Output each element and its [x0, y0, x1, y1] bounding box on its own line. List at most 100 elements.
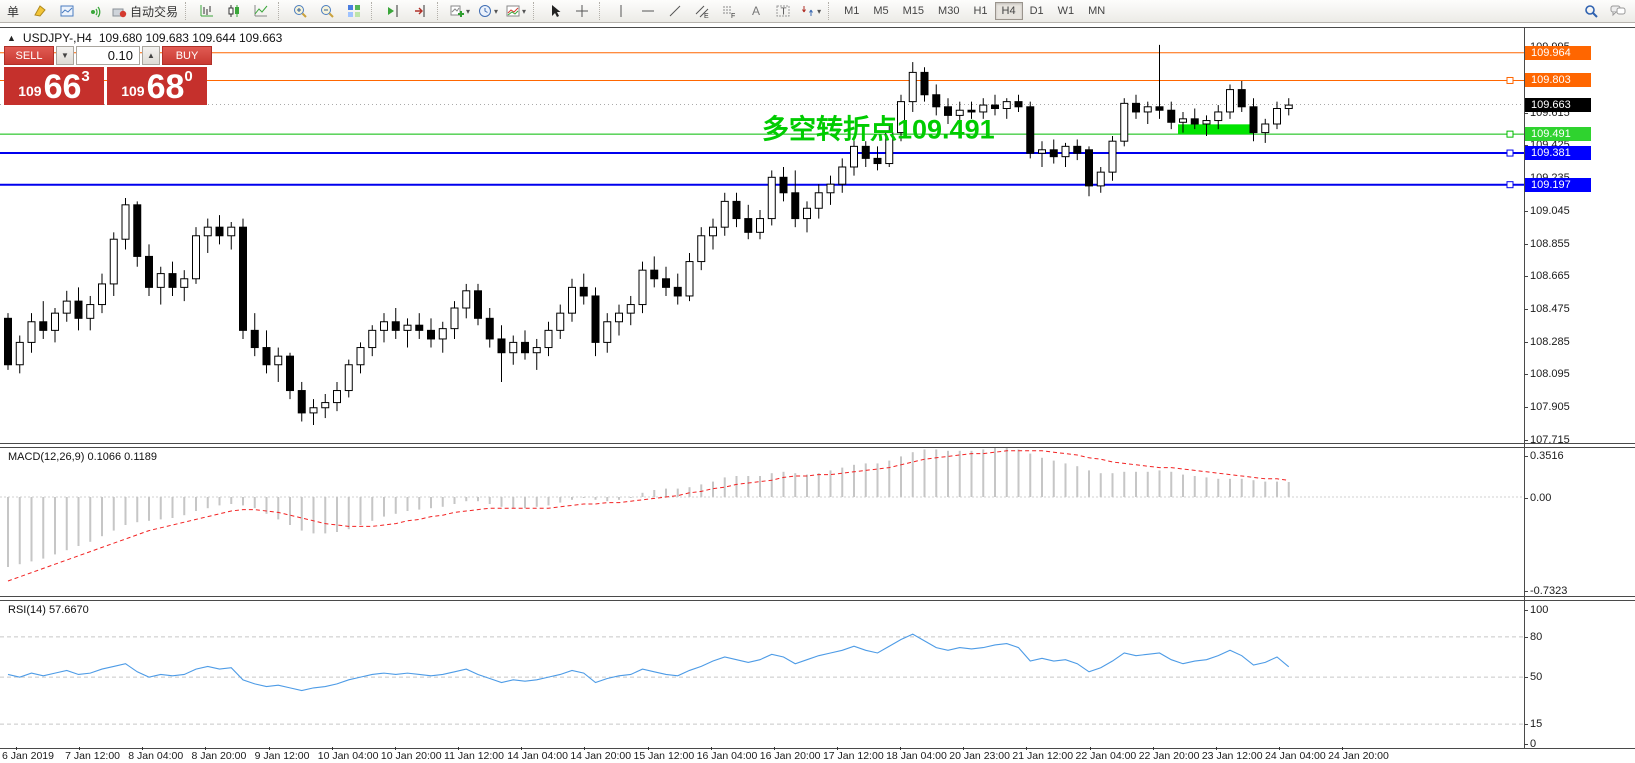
macd-histogram-bar [1241, 479, 1243, 497]
macd-histogram-bar [559, 497, 561, 503]
price-tick-label: 108.475 [1530, 303, 1570, 315]
timeframe-button-m30[interactable]: M30 [931, 2, 966, 20]
line-drag-handle[interactable] [1507, 150, 1513, 156]
timeframe-button-m1[interactable]: M1 [837, 2, 866, 20]
signals-icon[interactable] [81, 0, 107, 22]
text-tool-icon[interactable]: A [743, 0, 769, 22]
price-badge: 109.803 [1525, 73, 1591, 87]
timeframes-clock-icon[interactable]: ▾ [474, 0, 501, 22]
macd-panel-canvas[interactable] [0, 448, 1524, 596]
macd-histogram-bar [583, 497, 585, 498]
macd-histogram-bar [606, 497, 608, 501]
volume-decrease-button[interactable]: ▼ [56, 46, 74, 65]
timeframe-button-m15[interactable]: M15 [896, 2, 931, 20]
chat-icon[interactable] [1605, 0, 1631, 22]
line-drag-handle[interactable] [1507, 77, 1513, 83]
rsi-tick-label: 15 [1530, 718, 1542, 730]
arrows-tool-icon[interactable]: ▾ [797, 0, 824, 22]
rsi-indicator-label: RSI(14) 57.6670 [8, 604, 89, 616]
line-chart-type-icon[interactable] [248, 0, 274, 22]
toolbar-separator [599, 2, 604, 20]
buy-button[interactable]: BUY [162, 46, 212, 65]
line-drag-handle[interactable] [1507, 131, 1513, 137]
cursor-tool-icon[interactable] [542, 0, 568, 22]
macd-histogram-bar [418, 497, 420, 510]
time-axis-label: 6 Jan 2019 [2, 750, 54, 762]
ohlc-quotes: 109.680 109.683 109.644 109.663 [99, 31, 283, 45]
timeframe-button-d1[interactable]: D1 [1023, 2, 1051, 20]
macd-histogram-bar [324, 497, 326, 533]
line-drag-handle[interactable] [1507, 182, 1513, 188]
time-axis-label: 10 Jan 20:00 [381, 750, 442, 762]
template-caret[interactable]: ▾ [522, 7, 526, 16]
autotrading-button[interactable]: 自动交易 [108, 0, 181, 22]
add-indicator-caret[interactable]: ▾ [466, 7, 470, 16]
svg-text:E: E [704, 13, 709, 19]
new-order-button[interactable]: 单 [0, 0, 26, 22]
macd-histogram-bar [1041, 458, 1043, 497]
time-axis: 6 Jan 20197 Jan 12:008 Jan 04:008 Jan 20… [0, 748, 1524, 763]
macd-histogram-bar [454, 497, 456, 504]
macd-histogram-bar [1076, 466, 1078, 497]
timeframe-button-w1[interactable]: W1 [1051, 2, 1082, 20]
macd-histogram-bar [78, 497, 80, 546]
toolbar-separator [371, 2, 376, 20]
timeframe-button-m5[interactable]: M5 [866, 2, 895, 20]
price-tick-label: 109.995 [1530, 41, 1570, 53]
price-tick-label: 107.905 [1530, 401, 1570, 413]
volume-input[interactable] [76, 46, 140, 65]
fibonacci-tool-icon[interactable]: F [716, 0, 742, 22]
main-chart-canvas[interactable]: 多空转折点109.491 [0, 27, 1524, 443]
chart-title: ▲ USDJPY-,H4 109.680 109.683 109.644 109… [7, 31, 282, 45]
price-axis-line [1524, 27, 1525, 748]
tile-windows-icon[interactable] [341, 0, 367, 22]
search-icon[interactable] [1578, 0, 1604, 22]
arrows-caret[interactable]: ▾ [817, 7, 821, 16]
volume-increase-button[interactable]: ▲ [142, 46, 160, 65]
zoom-in-icon[interactable] [287, 0, 313, 22]
trendline-tool-icon[interactable] [662, 0, 688, 22]
channel-tool-icon[interactable]: E [689, 0, 715, 22]
macd-histogram-bar [442, 497, 444, 507]
macd-histogram-bar [994, 448, 996, 497]
macd-histogram-bar [783, 472, 785, 497]
macd-histogram-bar [136, 497, 138, 522]
macd-histogram-bar [336, 497, 338, 532]
auto-scroll-icon[interactable] [407, 0, 433, 22]
macd-histogram-bar [806, 475, 808, 497]
add-indicator-icon[interactable]: ▾ [446, 0, 473, 22]
rsi-tick-label: 100 [1530, 604, 1548, 616]
macd-histogram-bar [277, 497, 279, 519]
timeframe-button-h1[interactable]: H1 [966, 2, 994, 20]
price-tick-label: 109.235 [1530, 172, 1570, 184]
macd-histogram-bar [618, 497, 620, 500]
macd-histogram-bar [1100, 473, 1102, 497]
crosshair-tool-icon[interactable] [569, 0, 595, 22]
text-label-tool-icon[interactable]: T [770, 0, 796, 22]
bar-chart-type-icon[interactable] [194, 0, 220, 22]
vertical-line-tool-icon[interactable] [608, 0, 634, 22]
buy-price-box[interactable]: 109 68 0 [107, 67, 207, 105]
chart-collapse-arrow[interactable]: ▲ [7, 33, 16, 43]
timeframe-button-h4[interactable]: H4 [995, 2, 1023, 20]
horizontal-line-tool-icon[interactable] [635, 0, 661, 22]
candlestick-chart-type-icon[interactable] [221, 0, 247, 22]
timeframes-caret[interactable]: ▾ [494, 7, 498, 16]
sell-button[interactable]: SELL [4, 46, 54, 65]
macd-histogram-bar [501, 497, 503, 507]
timeframe-button-mn[interactable]: MN [1081, 2, 1112, 20]
zoom-out-icon[interactable] [314, 0, 340, 22]
rsi-panel-canvas[interactable] [0, 601, 1524, 748]
sell-price-box[interactable]: 109 66 3 [4, 67, 104, 105]
template-icon[interactable]: ▾ [502, 0, 529, 22]
macd-histogram-bar [1006, 448, 1008, 497]
macd-histogram-bar [301, 497, 303, 531]
new-order-label: 单 [7, 3, 19, 20]
price-badge: 109.964 [1525, 46, 1591, 60]
history-center-icon[interactable] [27, 0, 53, 22]
sell-button-label: SELL [16, 50, 43, 62]
time-axis-label: 23 Jan 12:00 [1202, 750, 1263, 762]
chart-shift-icon[interactable] [380, 0, 406, 22]
market-watch-icon[interactable] [54, 0, 80, 22]
macd-histogram-bar [19, 497, 21, 564]
